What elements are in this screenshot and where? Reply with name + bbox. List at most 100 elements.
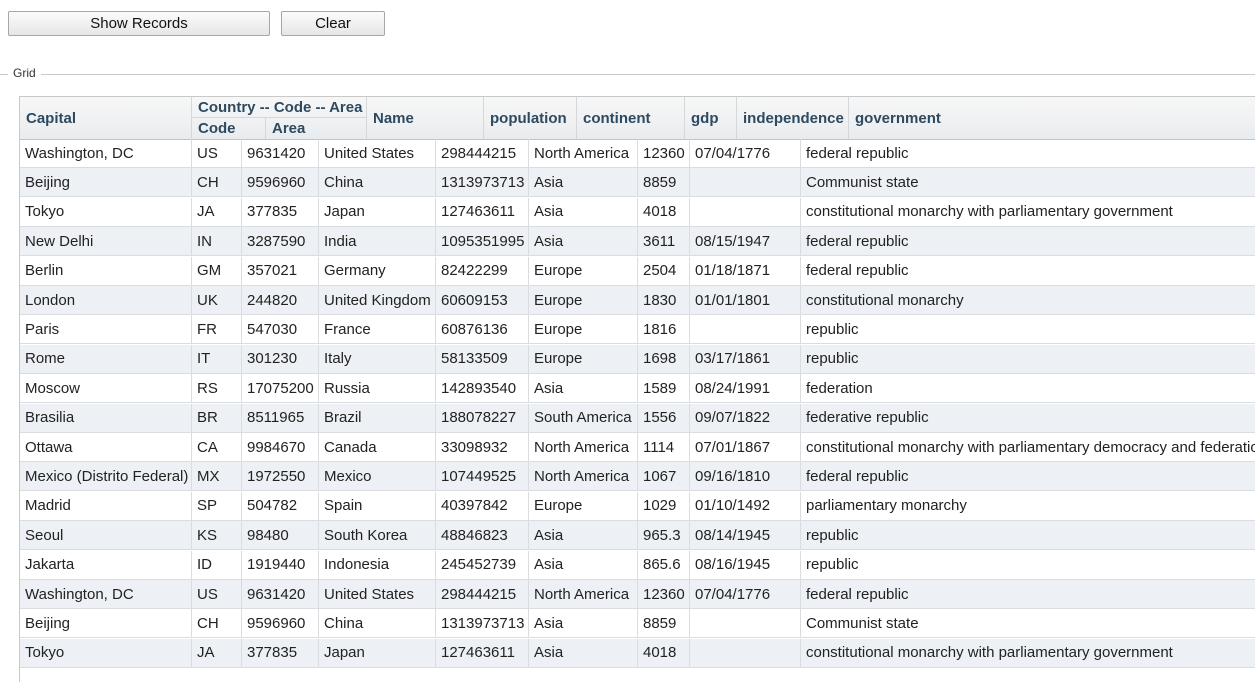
cell-government: federal republic [806,262,909,280]
cell-independence: 01/10/1492 [690,491,801,520]
cell-capital: Beijing [20,168,192,197]
cell-government: federal republic [806,144,909,162]
cell-code: JA [192,638,242,667]
cell-population: 298444215 [436,580,529,608]
cell-independence: 09/16/1810 [690,462,801,491]
table-row[interactable]: New Delhi IN 3287590 India 1095351995 Asia 361… [20,227,1255,257]
cell-capital: Ottawa [20,433,192,461]
cell-name: United States [319,139,436,167]
table-row[interactable]: Washington, DC US 9631420 United States 2984… [20,139,1255,168]
cell-gdp: 1556 [638,403,690,432]
table-row[interactable]: Seoul KS 98480 South Korea 48846823 Asia 965.3… [20,521,1255,551]
cell-name: China [319,609,436,638]
table-row[interactable]: Berlin GM 357021 Germany 82422299 Europe 2504 0… [20,256,1255,286]
cell-continent: Asia [529,168,638,197]
cell-government: Communist state [806,173,919,191]
cell-capital: Washington, DC [20,580,192,608]
cell-government: republic [806,350,859,368]
column-header-government[interactable]: government [849,97,1255,139]
cell-gdp: 2504 [638,256,690,285]
cell-government: parliamentary monarchy [806,497,967,515]
cell-continent: South America [529,403,638,432]
cell-code: KS [192,521,242,550]
cell-gdp: 1830 [638,286,690,314]
table-row[interactable]: Beijing CH 9596960 China 1313973713 Asia 8859 C… [20,609,1255,639]
cell-government: republic [806,556,859,574]
cell-name: Germany [319,256,436,285]
cell-gdp: 1067 [638,462,690,491]
cell-name: Mexico [319,462,436,491]
column-header-capital[interactable]: Capital [20,97,192,139]
table-row[interactable]: Tokyo JA 377835 Japan 127463611 Asia 4018 const… [20,638,1255,668]
cell-gdp: 965.3 [638,521,690,550]
table-row[interactable]: Tokyo JA 377835 Japan 127463611 Asia 4018 const… [20,197,1255,227]
cell-gdp: 4018 [638,197,690,226]
clear-button[interactable]: Clear [281,11,385,36]
cell-continent: Europe [529,256,638,285]
cell-independence: 07/04/1776 [690,139,801,167]
cell-gdp: 8859 [638,168,690,197]
column-group-header-country: Country -- Code -- Area [192,97,367,118]
cell-population: 107449525 [436,462,529,491]
cell-gdp: 8859 [638,609,690,638]
cell-name: Japan [319,197,436,226]
cell-continent: Asia [529,638,638,667]
show-records-button[interactable]: Show Records [8,11,270,36]
cell-population: 60609153 [436,286,529,314]
cell-capital: Beijing [20,609,192,638]
cell-gdp: 3611 [638,227,690,256]
column-header-continent[interactable]: continent [577,97,685,139]
cell-independence: 01/18/1871 [690,256,801,285]
cell-area: 9984670 [242,433,319,461]
cell-area: 17075200 [242,374,319,403]
data-grid[interactable]: Capital Country -- Code -- Area Code Are… [19,96,1255,682]
cell-code: CA [192,433,242,461]
column-header-population[interactable]: population [484,97,577,139]
cell-gdp: 1816 [638,315,690,344]
cell-independence [690,638,801,667]
table-row[interactable]: Brasilia BR 8511965 Brazil 188078227 South Am… [20,403,1255,433]
cell-population: 188078227 [436,403,529,432]
table-row[interactable]: Jakarta ID 1919440 Indonesia 245452739 Asia 86… [20,550,1255,580]
table-row[interactable]: Mexico (Distrito Federal) MX 1972550 Mexico… [20,462,1255,492]
cell-gdp: 1029 [638,491,690,520]
column-header-area[interactable]: Area [266,118,367,139]
cell-gdp: 4018 [638,638,690,667]
cell-government: federative republic [806,409,929,427]
cell-capital: Berlin [20,256,192,285]
table-row[interactable]: Moscow RS 17075200 Russia 142893540 Asia 1589 0… [20,374,1255,404]
table-row[interactable]: Beijing CH 9596960 China 1313973713 Asia 8859 C… [20,168,1255,198]
cell-code: SP [192,491,242,520]
table-row[interactable]: Madrid SP 504782 Spain 40397842 Europe 1029 01/… [20,491,1255,521]
cell-independence: 01/01/1801 [690,286,801,314]
cell-name: United States [319,580,436,608]
cell-name: Brazil [319,403,436,432]
table-row[interactable]: Washington, DC US 9631420 United States 2984… [20,580,1255,609]
cell-capital: Tokyo [20,197,192,226]
cell-gdp: 1589 [638,374,690,403]
cell-government: federal republic [806,585,909,603]
cell-continent: Asia [529,521,638,550]
cell-area: 9596960 [242,168,319,197]
table-row[interactable]: Rome IT 301230 Italy 58133509 Europe 1698 03/17… [20,344,1255,374]
grid-header: Capital Country -- Code -- Area Code Are… [20,97,1255,140]
fieldset-border [0,74,1255,75]
cell-area: 547030 [242,315,319,344]
cell-name: India [319,227,436,256]
column-header-code[interactable]: Code [192,118,266,139]
table-row[interactable]: Paris FR 547030 France 60876136 Europe 1816 rep… [20,315,1255,345]
cell-area: 377835 [242,638,319,667]
table-row[interactable]: Ottawa CA 9984670 Canada 33098932 North Ameri… [20,433,1255,462]
cell-code: IN [192,227,242,256]
cell-independence [690,168,801,197]
cell-continent: Asia [529,550,638,579]
cell-population: 142893540 [436,374,529,403]
cell-area: 504782 [242,491,319,520]
column-header-independence[interactable]: independence [737,97,849,139]
column-header-gdp[interactable]: gdp [685,97,737,139]
table-row[interactable]: London UK 244820 United Kingdom 60609153 Euro… [20,286,1255,315]
cell-area: 9631420 [242,580,319,608]
cell-name: China [319,168,436,197]
column-header-name[interactable]: Name [367,97,484,139]
cell-population: 1313973713 [436,168,529,197]
